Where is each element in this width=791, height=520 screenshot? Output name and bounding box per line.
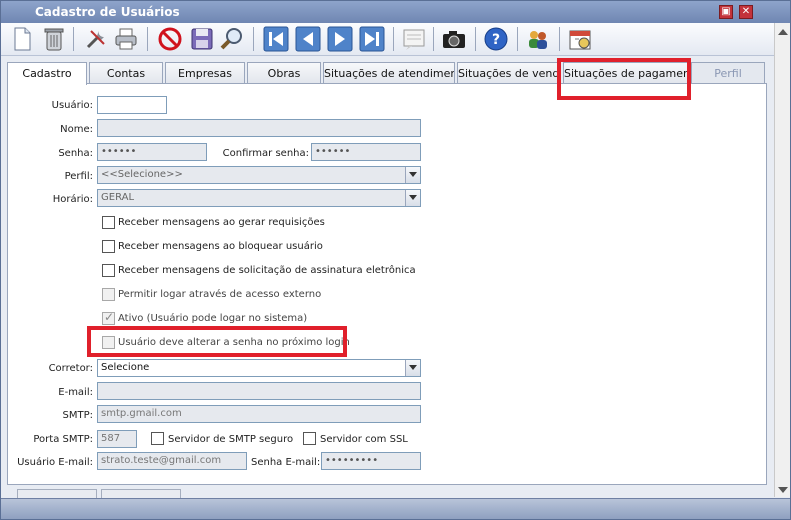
vertical-scrollbar[interactable]: [774, 23, 790, 497]
corretor-select[interactable]: Selecione: [97, 359, 421, 377]
ativo-checkbox[interactable]: [102, 310, 115, 325]
tab-cadastro[interactable]: Cadastro: [7, 62, 87, 85]
porta-smtp-input[interactable]: 587: [97, 430, 137, 448]
smtp-seguro-checkbox[interactable]: [151, 432, 164, 445]
search-icon[interactable]: [219, 26, 245, 52]
chevron-down-icon[interactable]: [405, 167, 420, 183]
senha-email-label: Senha E-mail:: [251, 457, 321, 468]
usuario-email-input[interactable]: strato.teste@gmail.com: [97, 452, 247, 470]
receber-bloquear-checkbox[interactable]: [102, 240, 115, 253]
perfil-select[interactable]: <<Selecione>>: [97, 166, 421, 184]
scroll-up-icon[interactable]: [778, 29, 788, 35]
tab-empresas[interactable]: Empresas: [165, 62, 245, 84]
tools-icon[interactable]: [83, 26, 109, 52]
usuario-label: Usuário:: [51, 100, 93, 111]
horario-label: Horário:: [52, 194, 93, 205]
users-icon[interactable]: [525, 26, 551, 52]
smtp-seguro-label: Servidor de SMTP seguro: [168, 434, 294, 445]
confirmar-senha-input[interactable]: ••••••: [311, 143, 421, 161]
tab-obras[interactable]: Obras: [247, 62, 321, 84]
maximize-button[interactable]: ▣: [719, 5, 733, 19]
status-bar: [1, 498, 790, 519]
confirmar-senha-label: Confirmar senha:: [222, 148, 309, 159]
notes-icon[interactable]: [401, 26, 427, 52]
senha-input[interactable]: ••••••: [97, 143, 207, 161]
receber-bloquear-label: Receber mensagens ao bloquear usuário: [118, 241, 323, 252]
svg-text:?: ?: [492, 32, 500, 48]
horario-select[interactable]: GERAL: [97, 189, 421, 207]
nome-label: Nome:: [60, 124, 93, 135]
window-title: Cadastro de Usuários: [35, 5, 180, 19]
next-icon[interactable]: [327, 26, 353, 52]
prev-icon[interactable]: [295, 26, 321, 52]
email-input[interactable]: [97, 382, 421, 400]
smtp-input[interactable]: smtp.gmail.com: [97, 405, 421, 423]
alterar-senha-checkbox[interactable]: [102, 336, 115, 349]
help-icon[interactable]: ?: [483, 26, 509, 52]
usuario-email-label: Usuário E-mail:: [17, 457, 93, 468]
nome-input[interactable]: [97, 119, 421, 137]
calendar-icon[interactable]: [567, 26, 593, 52]
receber-requisicoes-label: Receber mensagens ao gerar requisições: [118, 217, 325, 228]
email-label: E-mail:: [58, 387, 93, 398]
camera-icon[interactable]: [441, 26, 467, 52]
usuario-input[interactable]: [97, 96, 167, 114]
scroll-down-icon[interactable]: [778, 487, 788, 493]
trash-icon[interactable]: [41, 26, 67, 52]
tab-situacoes-atendimento[interactable]: Situações de atendimento: [323, 62, 455, 84]
porta-smtp-label: Porta SMTP:: [33, 434, 93, 445]
acesso-externo-label: Permitir logar através de acesso externo: [118, 289, 322, 300]
new-icon[interactable]: [9, 26, 35, 52]
ssl-label: Servidor com SSL: [320, 434, 408, 445]
receber-requisicoes-checkbox[interactable]: [102, 216, 115, 229]
ssl-checkbox[interactable]: [303, 432, 316, 445]
horario-select-value: GERAL: [101, 192, 135, 203]
senha-label: Senha:: [58, 148, 93, 159]
tab-situacoes-pagamento[interactable]: Situações de pagamento: [563, 62, 689, 84]
smtp-label: SMTP:: [62, 410, 93, 421]
close-button[interactable]: ✕: [739, 5, 753, 19]
chevron-down-icon[interactable]: [405, 190, 420, 206]
tab-perfil[interactable]: Perfil: [691, 62, 765, 84]
chevron-down-icon[interactable]: [405, 360, 420, 376]
acesso-externo-checkbox[interactable]: [102, 288, 115, 301]
tab-bar: Cadastro Contas Empresas Obras Situações…: [7, 62, 767, 85]
receber-assinatura-label: Receber mensagens de solicitação de assi…: [118, 265, 416, 276]
save-icon[interactable]: [189, 26, 215, 52]
tab-situacoes-venda[interactable]: Situações de venda: [457, 62, 561, 84]
tab-contas[interactable]: Contas: [89, 62, 163, 84]
title-bar: Cadastro de Usuários ▣ ✕: [1, 1, 790, 23]
print-icon[interactable]: [113, 26, 139, 52]
first-icon[interactable]: [263, 26, 289, 52]
senha-email-input[interactable]: •••••••••: [321, 452, 421, 470]
alterar-senha-label: Usuário deve alterar a senha no próximo …: [118, 337, 350, 348]
last-icon[interactable]: [359, 26, 385, 52]
corretor-select-value: Selecione: [101, 362, 150, 373]
perfil-select-value: <<Selecione>>: [101, 169, 183, 180]
user-registration-window: Cadastro de Usuários ▣ ✕ ? Cadastro Cont…: [0, 0, 791, 520]
perfil-label: Perfil:: [64, 171, 93, 182]
receber-assinatura-checkbox[interactable]: [102, 264, 115, 277]
cancel-icon[interactable]: [157, 26, 183, 52]
corretor-label: Corretor:: [48, 363, 93, 374]
toolbar: ?: [1, 23, 790, 56]
ativo-label: Ativo (Usuário pode logar no sistema): [118, 313, 308, 324]
